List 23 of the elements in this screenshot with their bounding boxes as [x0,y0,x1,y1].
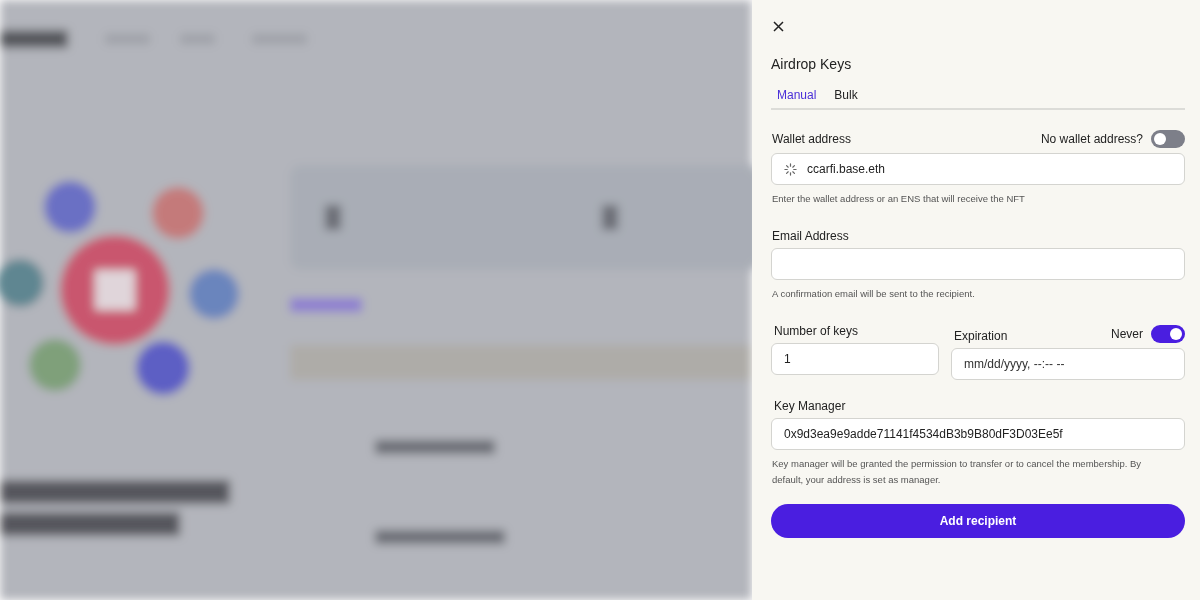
toggle-label: Never [1111,326,1143,341]
toggle-label: No wallet address? [1040,132,1143,146]
add-recipient-button[interactable]: Add recipient [771,504,1185,538]
toggle-switch[interactable] [1151,324,1185,343]
close-button[interactable] [771,19,786,34]
number-field[interactable]: 1 [771,343,939,375]
email-field[interactable] [771,248,1185,280]
hint-text: Enter the wallet address or an ENS that will receive the NFT [772,192,1026,206]
hint-text: A confirmation email will be sent to the recipient. [772,287,976,301]
field-label: Wallet address [772,132,851,146]
tab[interactable]: Manual [771,88,823,102]
field-label: Number of keys [774,324,859,338]
close-icon [773,21,784,32]
dialog-title: Airdrop Keys [771,56,853,72]
field-label: Expiration [954,329,1008,343]
field-label: Key Manager [774,399,846,413]
hint-text: Key manager will be granted the permission to transfer or to cancel the membership. By default, your address is set as manager. [772,457,1143,487]
date-field[interactable]: mm/dd/yyyy, --:-- -- [951,348,1185,380]
field-label: Email Address [772,229,849,243]
key-manager-field[interactable]: 0x9d3ea9e9adde71141f4534dB3b9B80dF3D03Ee5f [771,418,1185,450]
wallet-address-field[interactable]: ccarfi.base.eth [771,153,1185,185]
toggle-switch[interactable] [1151,130,1185,148]
tab[interactable]: Bulk [828,88,864,102]
